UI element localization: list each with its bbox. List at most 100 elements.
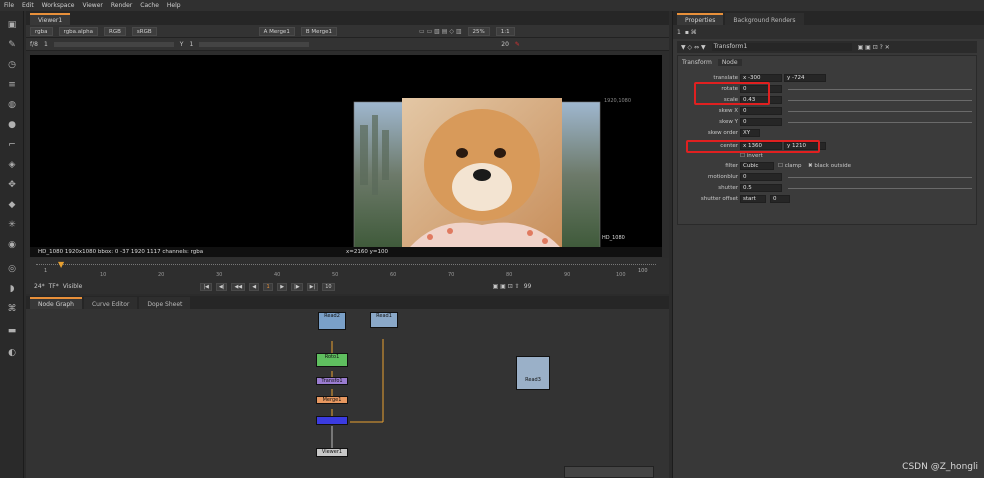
fps-dropdown[interactable]: 24* xyxy=(34,283,45,290)
lut-dropdown[interactable]: sRGB xyxy=(131,26,157,36)
last-frame-button[interactable]: ▶| xyxy=(306,282,319,291)
tab-node-graph[interactable]: Node Graph xyxy=(30,297,82,309)
skewx-field[interactable]: 0 xyxy=(740,107,782,115)
node-read3[interactable]: Read3 xyxy=(516,356,550,390)
shutter-field[interactable]: 0.5 xyxy=(740,184,782,192)
input-a-dropdown[interactable]: A Merge1 xyxy=(258,26,295,36)
translate-x-field[interactable]: x -300 xyxy=(740,74,782,82)
first-frame-button[interactable]: |◀ xyxy=(200,282,212,291)
channels-dropdown[interactable]: rgba xyxy=(30,26,53,36)
colorspace-dropdown[interactable]: RGB xyxy=(104,26,126,36)
viewer-canvas[interactable]: 1920,1080 HD_1080 xyxy=(30,55,662,247)
back-step-button[interactable]: ◀◀ xyxy=(231,282,246,291)
ratio-dropdown[interactable]: 1:1 xyxy=(495,26,515,36)
other-tool-icon[interactable]: ▬ xyxy=(6,325,18,337)
tab-curve-editor[interactable]: Curve Editor xyxy=(83,297,138,309)
node-header-icons[interactable]: ▼ ◇ ⇔ ▼ xyxy=(681,44,706,51)
visible-dropdown[interactable]: Visible xyxy=(63,283,83,290)
motionblur-field[interactable]: 0 xyxy=(740,173,782,181)
y-field[interactable]: 1 xyxy=(189,41,193,48)
paint-icon[interactable]: ✎ xyxy=(515,41,520,48)
subtab-node[interactable]: Node xyxy=(717,59,742,66)
fstop-value[interactable]: f/8 xyxy=(30,41,38,48)
filter-tool-icon[interactable]: ● xyxy=(6,119,18,131)
menu-help[interactable]: Help xyxy=(167,2,181,9)
translate-y-field[interactable]: y -724 xyxy=(784,74,826,82)
prev-key-button[interactable]: ◀| xyxy=(215,282,228,291)
input-b-dropdown[interactable]: B Merge1 xyxy=(300,26,338,36)
views-tool-icon[interactable]: ◎ xyxy=(6,263,18,275)
subtab-transform[interactable]: Transform xyxy=(682,59,712,66)
filter-dropdown[interactable]: Cubic xyxy=(740,162,774,170)
tab-dope-sheet[interactable]: Dope Sheet xyxy=(139,297,191,309)
draw-tool-icon[interactable]: ✎ xyxy=(6,39,18,51)
playhead-icon[interactable]: ▼ xyxy=(58,260,64,269)
toolsets-tool-icon[interactable]: ⌘ xyxy=(6,303,18,315)
gamma-slider[interactable] xyxy=(199,41,310,47)
node-merge1-output[interactable] xyxy=(316,416,348,425)
menu-edit[interactable]: Edit xyxy=(22,2,34,9)
loop-icon[interactable]: ▣ ▣ ⊡ ⇧ xyxy=(493,283,520,290)
node-read1[interactable]: Read1 xyxy=(370,312,398,328)
end-frame-field[interactable]: 99 xyxy=(524,283,532,290)
skewy-field[interactable]: 0 xyxy=(740,118,782,126)
node-merge1[interactable]: Merge1 xyxy=(316,396,348,404)
particle-tool-icon[interactable]: ✳ xyxy=(6,219,18,231)
tick-10: 10 xyxy=(100,272,107,278)
node-name-field[interactable]: Transform1 xyxy=(711,43,852,51)
transform-tool-icon[interactable]: ✥ xyxy=(6,179,18,191)
gain-slider[interactable] xyxy=(53,41,174,47)
motionblur-slider[interactable] xyxy=(788,177,972,178)
viewer-buttons-icon[interactable]: ▭ ▭ ▧ ▤ ◇ ▥ xyxy=(419,28,462,35)
next-key-button[interactable]: |▶ xyxy=(291,282,303,291)
node-read2[interactable]: Read2 xyxy=(318,312,346,330)
time-tool-icon[interactable]: ◷ xyxy=(6,59,18,71)
black-outside-checkbox[interactable]: ✖ black outside xyxy=(808,162,851,171)
frame-field[interactable]: 1 xyxy=(44,41,48,48)
menu-viewer[interactable]: Viewer xyxy=(82,2,102,9)
3d-tool-icon[interactable]: ◆ xyxy=(6,199,18,211)
rotate-slider[interactable] xyxy=(788,89,972,90)
node-header-right-icons[interactable]: ▣ ▣ ⊡ ? ✕ xyxy=(858,44,890,51)
right-frame[interactable]: 20 xyxy=(501,41,509,48)
play-back-button[interactable]: ◀ xyxy=(249,282,260,291)
skewy-slider[interactable] xyxy=(788,122,972,123)
minimap[interactable] xyxy=(564,466,654,478)
timeline-ruler[interactable] xyxy=(36,264,656,278)
timeline-end: 100 xyxy=(638,268,648,274)
metadata-tool-icon[interactable]: ◗ xyxy=(6,283,18,295)
color-tool-icon[interactable]: ◍ xyxy=(6,99,18,111)
node-viewer1[interactable]: Viewer1 xyxy=(316,448,348,457)
current-frame-field[interactable]: 1 xyxy=(263,282,274,291)
scale-slider[interactable] xyxy=(788,100,972,101)
deep-tool-icon[interactable]: ◉ xyxy=(6,239,18,251)
play-button[interactable]: ▶ xyxy=(277,282,288,291)
channel-tool-icon[interactable]: ≡ xyxy=(6,79,18,91)
menu-render[interactable]: Render xyxy=(111,2,132,9)
node-roto1[interactable]: Roto1 xyxy=(316,353,348,367)
merge-tool-icon[interactable]: ◈ xyxy=(6,159,18,171)
skewx-slider[interactable] xyxy=(788,111,972,112)
clear-icon[interactable]: ▪ ⌘ xyxy=(685,29,697,36)
node-transform1[interactable]: Transfo1 xyxy=(316,377,348,385)
shutteroffset-dropdown[interactable]: start xyxy=(740,195,766,203)
tab-properties[interactable]: Properties xyxy=(677,13,724,25)
step-field[interactable]: 10 xyxy=(322,282,335,291)
menu-file[interactable]: File xyxy=(4,2,14,9)
shutter-slider[interactable] xyxy=(788,188,972,189)
shutteroffset-field[interactable]: 0 xyxy=(770,195,790,203)
clamp-checkbox[interactable]: ☐ clamp xyxy=(778,162,801,171)
tab-viewer1[interactable]: Viewer1 xyxy=(30,13,71,25)
max-panels-field[interactable]: 1 xyxy=(677,29,681,36)
zoom-dropdown[interactable]: 25% xyxy=(467,26,490,36)
furnace-tool-icon[interactable]: ◐ xyxy=(6,347,18,359)
tab-background-renders[interactable]: Background Renders xyxy=(725,13,804,25)
keyer-tool-icon[interactable]: ⌐ xyxy=(6,139,18,151)
image-tool-icon[interactable]: ▣ xyxy=(6,19,18,31)
alpha-dropdown[interactable]: rgba.alpha xyxy=(58,26,99,36)
skeworder-dropdown[interactable]: XY xyxy=(740,129,760,137)
menu-workspace[interactable]: Workspace xyxy=(42,2,75,9)
invert-checkbox[interactable]: ☐ invert xyxy=(740,152,763,161)
menu-cache[interactable]: Cache xyxy=(140,2,159,9)
tf-dropdown[interactable]: TF* xyxy=(49,283,59,290)
